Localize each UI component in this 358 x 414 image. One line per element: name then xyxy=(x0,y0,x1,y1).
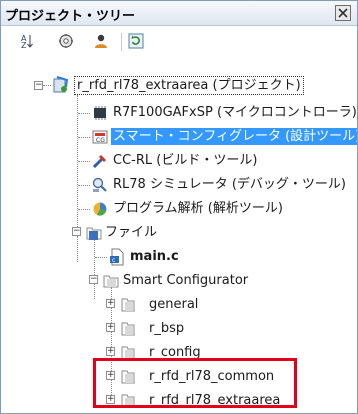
toolbar-separator xyxy=(121,33,122,51)
panel-toolbar: A Z xyxy=(1,27,357,55)
tree-node-compiler[interactable]: CC-RL (ビルド・ツール) xyxy=(1,149,357,173)
folder-icon xyxy=(121,322,135,336)
tree-node-project[interactable]: − r_rfd_rl78_extraarea (プロジェクト) xyxy=(1,75,357,99)
gear-icon xyxy=(59,34,73,48)
tree-guide xyxy=(78,185,90,186)
highlight-box xyxy=(93,358,297,408)
c-file-icon: c xyxy=(110,248,124,266)
settings-button[interactable] xyxy=(55,31,77,51)
tree-label-main-file: main.c xyxy=(130,249,179,264)
refresh-icon xyxy=(128,33,144,49)
tree-node-configurator[interactable]: CG スマート・コンフィグレータ (設計ツール) xyxy=(1,125,357,149)
tree-label-files: ファイル xyxy=(105,225,158,240)
configurator-icon: CG xyxy=(92,130,108,144)
panel-titlebar: プロジェクト・ツリー xyxy=(1,1,357,26)
svg-text:c: c xyxy=(112,257,115,264)
close-button[interactable] xyxy=(335,5,351,21)
tree-guide xyxy=(78,209,90,210)
tree-node-files[interactable]: − ファイル xyxy=(1,221,357,245)
sort-button[interactable]: A Z xyxy=(15,31,37,51)
sort-icon: A Z xyxy=(21,34,33,49)
panel-title: プロジェクト・ツリー xyxy=(5,9,136,24)
collapse-icon[interactable]: − xyxy=(89,275,98,284)
tree-label-compiler: CC-RL (ビルド・ツール) xyxy=(113,153,258,168)
analysis-tool-icon xyxy=(93,202,107,216)
project-tree-panel: プロジェクト・ツリー A Z − r_rfd_rl78_extraarea (プ… xyxy=(0,0,358,414)
expand-icon[interactable]: + xyxy=(106,299,115,308)
tree-guide xyxy=(43,85,51,86)
tree-label-analyzer: プログラム解析 (解析ツール) xyxy=(113,201,283,216)
tree-guide xyxy=(78,161,90,162)
build-tool-icon xyxy=(92,155,106,169)
tree-node-analyzer[interactable]: プログラム解析 (解析ツール) xyxy=(1,197,357,221)
user-icon xyxy=(95,34,107,48)
tree-node-general[interactable]: + general xyxy=(1,293,357,317)
tree-label-project: r_rfd_rl78_extraarea (プロジェクト) xyxy=(74,76,304,95)
tree-label-smart-configurator: Smart Configurator xyxy=(123,273,249,288)
expand-icon[interactable]: + xyxy=(106,323,115,332)
debug-tool-icon xyxy=(92,177,107,192)
tree-node-device[interactable]: R7F100GAFxSP (マイクロコントローラ) xyxy=(1,101,357,125)
microcontroller-icon xyxy=(94,106,106,120)
project-icon xyxy=(53,76,69,93)
tree-node-simulator[interactable]: RL78 シミュレータ (デバッグ・ツール) xyxy=(1,173,357,197)
tree-label-folder: r_bsp xyxy=(149,321,185,336)
svg-text:Z: Z xyxy=(21,41,27,49)
tree-label-configurator: スマート・コンフィグレータ (設計ツール) xyxy=(111,128,357,145)
tree-node-smart-configurator[interactable]: − Smart Configurator xyxy=(1,269,357,293)
tree-label-simulator: RL78 シミュレータ (デバッグ・ツール) xyxy=(113,177,346,192)
folder-icon xyxy=(103,275,119,288)
tree-node-r-bsp[interactable]: + r_bsp xyxy=(1,317,357,341)
folder-icon xyxy=(121,298,135,312)
user-button[interactable] xyxy=(90,31,112,51)
tree-label-device: R7F100GAFxSP (マイクロコントローラ) xyxy=(113,105,357,120)
tree-label-folder: general xyxy=(149,297,199,312)
close-icon xyxy=(338,8,348,18)
tree-guide xyxy=(78,113,90,114)
collapse-icon[interactable]: − xyxy=(72,227,81,236)
collapse-icon[interactable]: − xyxy=(34,81,43,90)
svg-text:CG: CG xyxy=(96,137,105,144)
expand-icon[interactable]: + xyxy=(106,347,115,356)
tree-node-main-file[interactable]: c main.c xyxy=(1,245,357,269)
refresh-button[interactable] xyxy=(125,31,147,51)
tree-guide xyxy=(78,137,90,138)
folder-icon xyxy=(86,227,102,240)
tree-guide xyxy=(95,257,107,258)
